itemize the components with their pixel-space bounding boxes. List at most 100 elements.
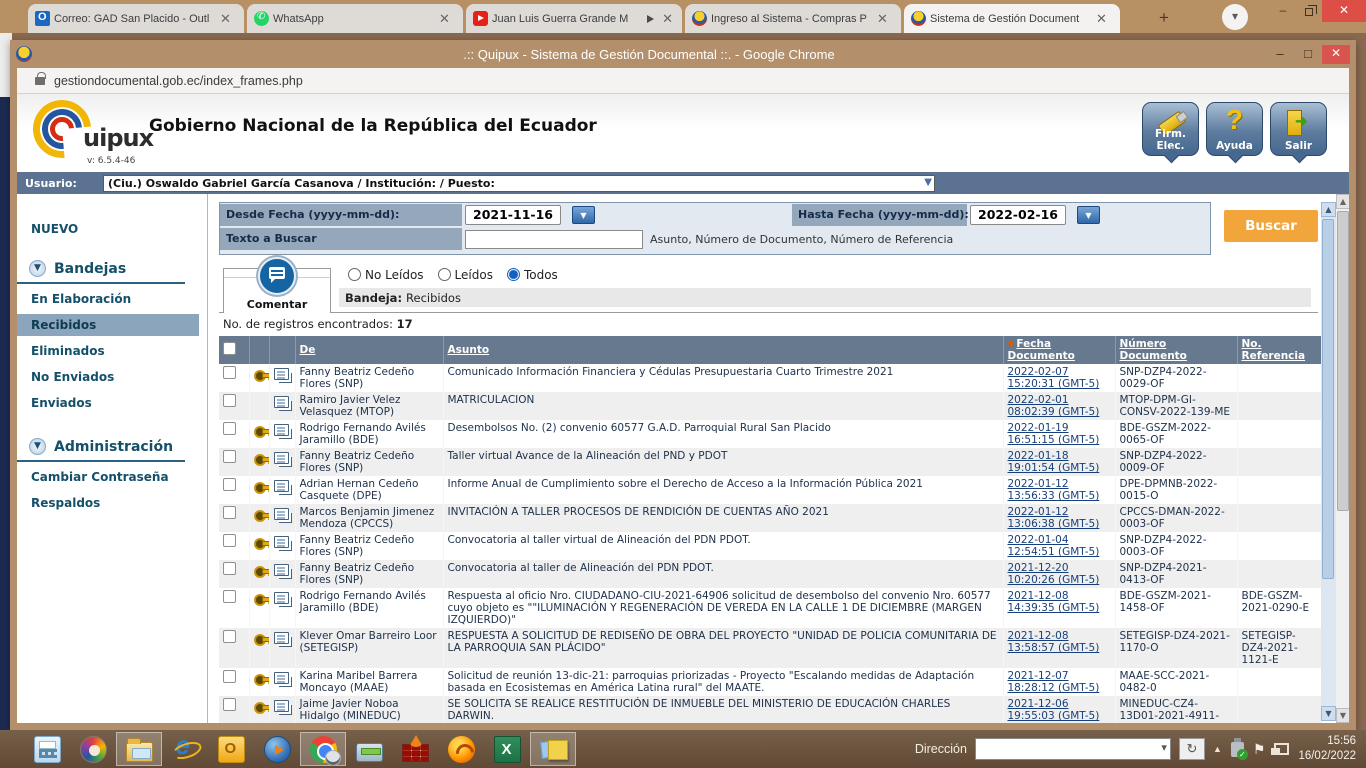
inner-scrollbar[interactable]: ▲ ▼: [1321, 202, 1336, 721]
window-maximize-button[interactable]: □: [1294, 45, 1322, 64]
to-date-field[interactable]: 2022-02-16: [970, 205, 1066, 225]
date-link[interactable]: 2022-02-01 08:02:39 (GMT-5): [1008, 394, 1100, 418]
browser-tab[interactable]: WhatsApp✕: [247, 4, 463, 33]
tab-close-icon[interactable]: ✕: [660, 11, 675, 27]
sidebar-item-nuevo[interactable]: NUEVO: [31, 222, 207, 236]
select-all-checkbox[interactable]: [223, 342, 236, 355]
document-stack-icon[interactable]: [274, 368, 289, 380]
date-link[interactable]: 2022-01-19 16:51:15 (GMT-5): [1008, 422, 1100, 446]
scroll-down-icon[interactable]: ▼: [1321, 706, 1336, 721]
padlock-icon[interactable]: [35, 77, 45, 85]
document-stack-icon[interactable]: [274, 564, 289, 576]
date-link[interactable]: 2021-12-08 14:39:35 (GMT-5): [1008, 590, 1100, 614]
sidebar-item-eliminados[interactable]: Eliminados: [17, 340, 207, 362]
tab-close-icon[interactable]: ✕: [218, 11, 233, 27]
buscar-button[interactable]: Buscar: [1224, 210, 1318, 242]
row-checkbox[interactable]: [223, 562, 236, 575]
taskbar-button-calculator[interactable]: [24, 732, 70, 766]
document-stack-icon[interactable]: [274, 480, 289, 492]
close-button[interactable]: ✕: [1322, 0, 1366, 22]
window-title-bar[interactable]: .:: Quipux - Sistema de Gestión Document…: [10, 40, 1356, 68]
column-header-referencia[interactable]: No. Referencia: [1237, 336, 1321, 364]
row-checkbox[interactable]: [223, 478, 236, 491]
column-header-fecha[interactable]: ▼Fecha Documento: [1003, 336, 1115, 364]
date-link[interactable]: 2022-02-07 15:20:31 (GMT-5): [1008, 366, 1100, 390]
radio-unselected-icon[interactable]: [348, 268, 361, 281]
from-date-field[interactable]: 2021-11-16: [465, 205, 561, 225]
tab-close-icon[interactable]: ✕: [1094, 11, 1109, 27]
row-checkbox[interactable]: [223, 670, 236, 683]
taskbar-button-file-explorer[interactable]: [116, 732, 162, 766]
row-checkbox[interactable]: [223, 450, 236, 463]
scroll-up-icon[interactable]: ▲: [1336, 194, 1349, 209]
taskbar-button-media-player[interactable]: [254, 732, 300, 766]
date-link[interactable]: 2021-12-07 18:28:12 (GMT-5): [1008, 670, 1100, 694]
row-checkbox[interactable]: [223, 366, 236, 379]
address-bar[interactable]: gestiondocumental.gob.ec/index_frames.ph…: [17, 68, 1349, 94]
document-stack-icon[interactable]: [274, 452, 289, 464]
refresh-icon[interactable]: ↻: [1179, 738, 1205, 760]
date-link[interactable]: 2021-12-20 10:20:26 (GMT-5): [1008, 562, 1100, 586]
sidebar-section-header[interactable]: ▼Bandejas: [17, 258, 185, 284]
page-url[interactable]: gestiondocumental.gob.ec/index_frames.ph…: [54, 74, 303, 88]
search-text-input[interactable]: [465, 230, 643, 249]
window-minimize-button[interactable]: –: [1266, 45, 1294, 64]
sidebar-item-enviados[interactable]: Enviados: [17, 392, 207, 414]
row-checkbox[interactable]: [223, 534, 236, 547]
sidebar-item-cambiar-contraseña[interactable]: Cambiar Contraseña: [17, 466, 207, 488]
radio-option[interactable]: Todos: [507, 268, 558, 282]
date-link[interactable]: 2022-01-04 12:54:51 (GMT-5): [1008, 534, 1100, 558]
column-header-numero[interactable]: Número Documento: [1115, 336, 1237, 364]
address-toolbar-input[interactable]: [975, 738, 1171, 760]
taskbar-button-chrome[interactable]: [300, 732, 346, 766]
header-button-firm-elec-[interactable]: Firm. Elec.: [1142, 102, 1199, 156]
radio-unselected-icon[interactable]: [438, 268, 451, 281]
row-checkbox[interactable]: [223, 394, 236, 407]
column-header-de[interactable]: De: [295, 336, 443, 364]
document-stack-icon[interactable]: [274, 508, 289, 520]
sidebar-item-recibidos[interactable]: Recibidos: [17, 314, 199, 336]
document-stack-icon[interactable]: [274, 536, 289, 548]
date-link[interactable]: 2021-12-08 13:58:57 (GMT-5): [1008, 630, 1100, 654]
taskbar-button-firewall[interactable]: [392, 732, 438, 766]
taskbar-button-internet-explorer[interactable]: [162, 732, 208, 766]
header-button-ayuda[interactable]: Ayuda: [1206, 102, 1263, 156]
document-stack-icon[interactable]: [274, 592, 289, 604]
sidebar-item-no-enviados[interactable]: No Enviados: [17, 366, 207, 388]
date-link[interactable]: 2022-01-12 13:06:38 (GMT-5): [1008, 506, 1100, 530]
row-checkbox[interactable]: [223, 506, 236, 519]
header-button-salir[interactable]: Salir: [1270, 102, 1327, 156]
browser-tab[interactable]: Sistema de Gestión Document✕: [904, 4, 1120, 33]
radio-selected-icon[interactable]: [507, 268, 520, 281]
scroll-up-icon[interactable]: ▲: [1321, 202, 1336, 217]
page-scrollbar[interactable]: ▲ ▼: [1336, 194, 1349, 723]
document-stack-icon[interactable]: [274, 700, 289, 712]
row-checkbox[interactable]: [223, 590, 236, 603]
document-stack-icon[interactable]: [274, 396, 289, 408]
row-checkbox[interactable]: [223, 422, 236, 435]
date-link[interactable]: 2022-01-18 19:01:54 (GMT-5): [1008, 450, 1100, 474]
comentar-button[interactable]: Comentar: [223, 268, 331, 313]
restore-button[interactable]: [1296, 0, 1322, 22]
document-stack-icon[interactable]: [274, 672, 289, 684]
tab-search-chevron-icon[interactable]: ▾: [1222, 4, 1248, 30]
taskbar-button-paint[interactable]: [70, 732, 116, 766]
taskbar-button-scanner[interactable]: [346, 732, 392, 766]
column-header-asunto[interactable]: Asunto: [443, 336, 1003, 364]
date-link[interactable]: 2021-12-06 19:55:03 (GMT-5): [1008, 698, 1100, 722]
to-date-calendar-button[interactable]: ▼: [1077, 206, 1100, 224]
browser-tab[interactable]: Ingreso al Sistema - Compras P✕: [685, 4, 901, 33]
taskbar-button-firefox[interactable]: [438, 732, 484, 766]
usb-tray-icon[interactable]: [1231, 742, 1244, 757]
date-link[interactable]: 2022-01-12 13:56:33 (GMT-5): [1008, 478, 1100, 502]
row-checkbox[interactable]: [223, 698, 236, 711]
document-stack-icon[interactable]: [274, 632, 289, 644]
document-stack-icon[interactable]: [274, 424, 289, 436]
taskbar-button-excel[interactable]: [484, 732, 530, 766]
network-tray-icon[interactable]: [1274, 743, 1289, 755]
tab-close-icon[interactable]: ✕: [437, 11, 452, 27]
taskbar-button-outlook[interactable]: [208, 732, 254, 766]
radio-option[interactable]: Leídos: [438, 268, 493, 282]
browser-tab[interactable]: Juan Luis Guerra Grande M✕: [466, 4, 682, 33]
scroll-down-icon[interactable]: ▼: [1336, 708, 1349, 723]
